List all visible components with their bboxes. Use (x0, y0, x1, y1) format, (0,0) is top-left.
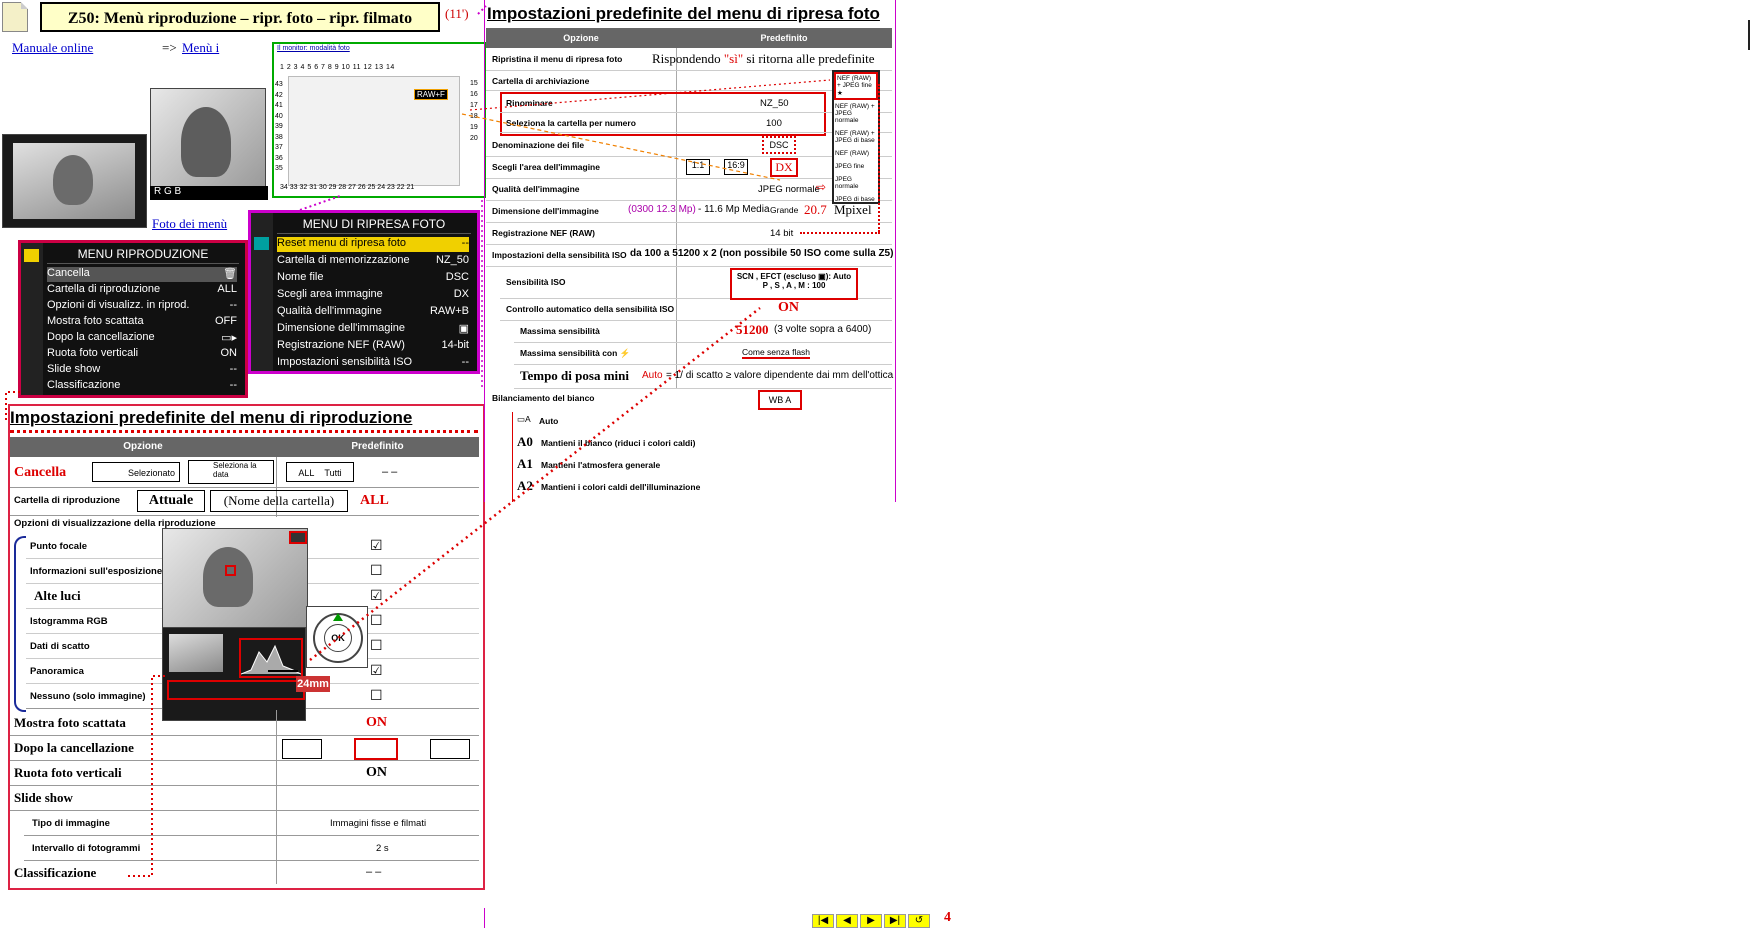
next-page-button[interactable]: ▶ (860, 914, 882, 928)
last-page-button[interactable]: ▶| (884, 914, 906, 928)
back-button[interactable]: ↺ (908, 914, 930, 928)
footer-nav: |◀ ◀ ▶ ▶| ↺ (812, 914, 930, 928)
connector-lines (5, 5, 831, 877)
page-number: 4 (944, 910, 951, 925)
scrollbar-thumb[interactable] (1748, 20, 1750, 50)
prev-page-button[interactable]: ◀ (836, 914, 858, 928)
first-page-button[interactable]: |◀ (812, 914, 834, 928)
